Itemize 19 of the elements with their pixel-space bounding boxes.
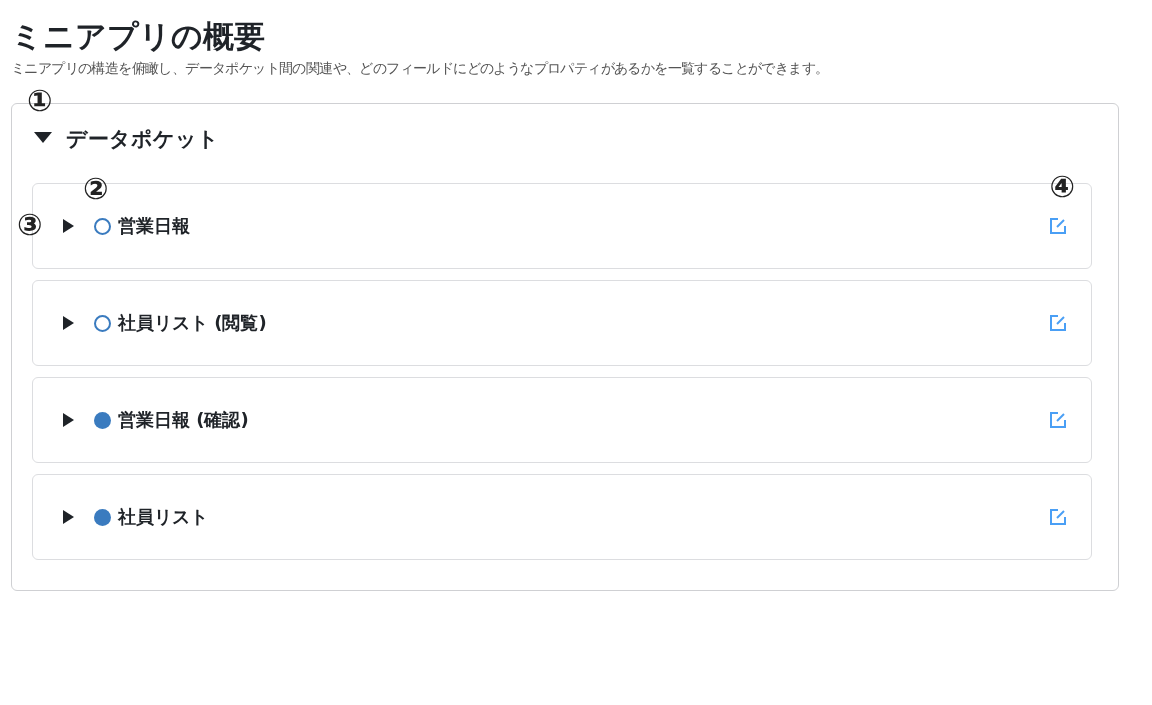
edit-icon[interactable]	[1049, 411, 1067, 429]
edit-icon[interactable]	[1049, 217, 1067, 235]
annotation-number: ④	[1049, 172, 1075, 202]
annotation-number: ③	[17, 210, 43, 240]
pocket-name: 社員リスト	[118, 505, 208, 529]
section-title: データポケット	[66, 126, 219, 153]
annotation-number: ①	[27, 86, 53, 116]
expand-triangle-icon[interactable]	[63, 413, 74, 427]
pocket-name: 営業日報 (確認)	[118, 408, 249, 432]
pocket-name: 社員リスト (閲覧)	[118, 311, 267, 335]
edit-icon[interactable]	[1049, 508, 1067, 526]
expand-triangle-icon[interactable]	[63, 219, 74, 233]
pocket-name: 営業日報	[118, 214, 190, 238]
edit-icon[interactable]	[1049, 314, 1067, 332]
expand-triangle-icon[interactable]	[63, 316, 74, 330]
page-description: ミニアプリの構造を俯瞰し、データポケット間の関連や、どのフィールドにどのようなプロパティがあるかを一覧することができます。	[11, 60, 830, 78]
expand-triangle-icon[interactable]	[63, 510, 74, 524]
annotation-number: ②	[83, 174, 109, 204]
page-title: ミニアプリの概要	[11, 17, 266, 56]
